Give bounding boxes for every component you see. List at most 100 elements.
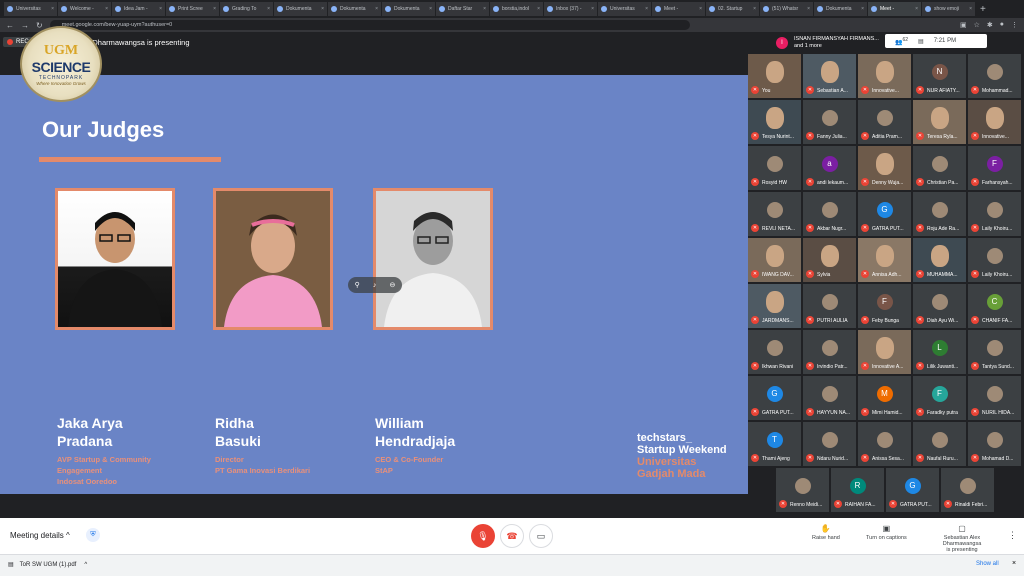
participant-tile[interactable]: ✕ Naufal Ruru... [913,422,966,466]
participant-tile[interactable]: C ✕ CHANIF FA... [968,284,1021,328]
camera-button[interactable]: ▭ [529,524,553,548]
participant-tile[interactable]: ✕ NURIL HIDA... [968,376,1021,420]
participant-tile[interactable]: N ✕ NUR AFIATY... [913,54,966,98]
participant-tile[interactable]: ✕ REVLI NETA... [748,192,801,236]
participant-tile[interactable]: ✕ Rosyid HW [748,146,801,190]
participant-tile[interactable]: ✕ Fanny Julia... [803,100,856,144]
participant-tile[interactable]: ✕ IWANG DAV... [748,238,801,282]
pin-icon[interactable]: ⚲ [355,281,360,289]
url-field[interactable]: meet.google.com/bew-yuap-uym?authuser=0 [49,20,690,30]
microphone-off-button[interactable]: 🎙 [471,524,495,548]
more-options-icon[interactable]: ⋮ [1008,530,1017,541]
chat-icon[interactable]: ▤ [918,38,924,45]
reload-icon[interactable]: ↻ [36,21,43,30]
participant-tile[interactable]: ✕ Teresa Ryla... [913,100,966,144]
participant-tile[interactable]: ✕ HAYYUN NA... [803,376,856,420]
raise-hand-button[interactable]: ✋ Raise hand [812,524,840,541]
participant-tile[interactable]: G ✕ GATRA PUT... [886,468,939,512]
forward-icon[interactable]: → [21,21,29,30]
participant-tile[interactable]: T ✕ Thami Ajeng [748,422,801,466]
participant-tile[interactable]: ✕ Mohamad D... [968,422,1021,466]
back-icon[interactable]: ← [6,21,14,30]
meeting-details-button[interactable]: Meeting details ^ [10,531,70,540]
captions-button[interactable]: ▣ Turn on captions [866,524,907,541]
new-tab-icon[interactable]: + [980,4,986,15]
browser-tab[interactable]: Welcome - × [58,2,112,16]
tab-close-icon[interactable]: × [211,6,216,12]
tab-close-icon[interactable]: × [643,6,648,12]
tab-close-icon[interactable]: × [427,6,432,12]
browser-tab[interactable]: Universitas × [4,2,58,16]
bookmark-star-icon[interactable]: ☆ [974,21,980,29]
participant-tile[interactable]: ✕ Rinaldi Febri... [941,468,994,512]
participant-tile[interactable]: ✕ Christian Pa... [913,146,966,190]
browser-tab[interactable]: Inbox (37) - × [544,2,598,16]
participant-tile[interactable]: ✕ Anissa Sesa... [858,422,911,466]
leave-call-button[interactable]: ☎ [500,524,524,548]
browser-menu-icon[interactable]: ⋮ [1011,21,1018,29]
camera-indicator-icon[interactable]: ▣ [960,21,967,29]
participant-tile[interactable]: ✕ Annisa Adh... [858,238,911,282]
browser-tab[interactable]: Dokumenta × [814,2,868,16]
participant-tile[interactable]: ✕ Ikhwan Rivani [748,330,801,374]
chevron-up-icon[interactable]: ^ [84,562,87,568]
participant-tile[interactable]: ✕ Irvindio Patr... [803,330,856,374]
tab-close-icon[interactable]: × [481,6,486,12]
presenting-status-button[interactable]: ▢ Sebastian Alex Dharmawangsa is presentin… [924,524,1000,553]
participant-tile[interactable]: ✕ Denny Wuja... [858,146,911,190]
participant-tile[interactable]: ✕ JARDMANS... [748,284,801,328]
participant-tile[interactable]: F ✕ Faradky putra [913,376,966,420]
tab-close-icon[interactable]: × [49,6,54,12]
participant-tile[interactable]: ✕ PUTRI AULIA [803,284,856,328]
browser-tab[interactable]: Grading To × [220,2,274,16]
browser-tab[interactable]: Meet - × [868,2,922,16]
participant-tile[interactable]: F ✕ Feby Bunga [858,284,911,328]
participant-tile[interactable]: M ✕ Mimi Hamid... [858,376,911,420]
people-icon[interactable]: 👥62 [895,37,908,46]
participant-tile[interactable]: R ✕ RAIHAN FA... [831,468,884,512]
tab-close-icon[interactable]: × [805,6,810,12]
participant-tile[interactable]: ✕ Laily Khoiru... [968,238,1021,282]
tab-close-icon[interactable]: × [157,6,162,12]
tab-close-icon[interactable]: × [859,6,864,12]
extensions-icon[interactable]: ✱ [987,21,993,29]
tab-close-icon[interactable]: × [319,6,324,12]
browser-tab[interactable]: Idea Jam - × [112,2,166,16]
participant-tile[interactable]: ✕ Sylvia [803,238,856,282]
participant-tile[interactable]: a ✕ andi lekaum... [803,146,856,190]
participant-tile[interactable]: ✕ Diah Ayu Wi... [913,284,966,328]
browser-tab[interactable]: show emoji × [922,2,976,16]
participant-tile[interactable]: ✕ Innovative... [968,100,1021,144]
tab-close-icon[interactable]: × [967,6,972,12]
participant-tile[interactable]: ✕ You [748,54,801,98]
browser-tab[interactable]: 02. Startup × [706,2,760,16]
tab-close-icon[interactable]: × [535,6,540,12]
browser-tab[interactable]: Dokumenta × [382,2,436,16]
participant-tile[interactable]: ✕ Aditia Pram... [858,100,911,144]
tab-close-icon[interactable]: × [697,6,702,12]
participant-tile[interactable]: ✕ Sebastian A... [803,54,856,98]
browser-tab[interactable]: Dokumenta × [274,2,328,16]
participant-tile[interactable]: ✕ Laily Khoiru... [968,192,1021,236]
browser-tab[interactable]: borstia,indol × [490,2,544,16]
volume-icon[interactable]: ♪ [373,282,377,289]
tab-close-icon[interactable]: × [751,6,756,12]
browser-tab[interactable]: Daftar Star × [436,2,490,16]
participant-tile[interactable]: G ✕ GATRA PUT... [748,376,801,420]
show-all-button[interactable]: Show all [976,561,999,567]
participant-tile[interactable]: ✕ Innovative... [858,54,911,98]
tab-close-icon[interactable]: × [265,6,270,12]
download-item[interactable]: ▤ ToR SW UGM (1).pdf ^ [8,561,87,569]
participant-tile[interactable]: G ✕ GATRA PUT... [858,192,911,236]
browser-tab[interactable]: Print Scree × [166,2,220,16]
participant-tile[interactable]: ✕ Innovative A... [858,330,911,374]
participant-tile[interactable]: ✕ Mohammad... [968,54,1021,98]
profile-avatar[interactable]: ● [1000,21,1004,29]
participant-tile[interactable]: F ✕ Farhansyah... [968,146,1021,190]
browser-tab[interactable]: Universitas × [598,2,652,16]
participant-tile[interactable]: ✕ Roju Ade Ra... [913,192,966,236]
participant-tile[interactable]: ✕ Tesya Nurint... [748,100,801,144]
participant-tile[interactable]: L ✕ Lilik Juwanti... [913,330,966,374]
participant-tile[interactable]: ✕ Ndaru Nurid... [803,422,856,466]
participant-tile[interactable]: ✕ MUHAMMA... [913,238,966,282]
